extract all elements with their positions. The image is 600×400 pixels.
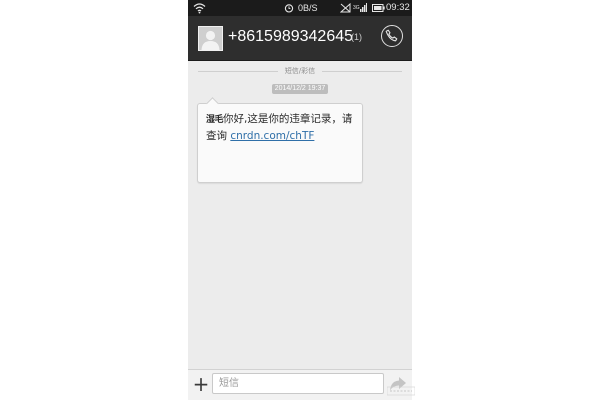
status-bar: 0B/S 3G 09:32 — [188, 0, 412, 16]
phone-call-icon — [385, 29, 398, 42]
clock: 09:32 — [386, 2, 410, 13]
message-input[interactable] — [212, 373, 384, 394]
no-signal-icon — [340, 3, 351, 13]
signal-icon: 3G — [353, 3, 367, 12]
message-list[interactable]: 短信/彩信 2014/12/2 19:37 湿毛你好,这是你的违章记录，请查询 … — [188, 61, 412, 369]
avatar-placeholder[interactable] — [198, 26, 223, 51]
message-text: 湿毛你好,这是你的违章记录，请查询 cnrdn.com/chTF — [206, 111, 356, 144]
battery-icon — [372, 4, 385, 12]
wifi-icon — [193, 3, 206, 14]
svg-text:3G: 3G — [353, 5, 360, 11]
message-count: (1) — [351, 32, 362, 42]
alarm-icon — [284, 4, 294, 13]
person-icon — [199, 27, 222, 50]
divider-right — [322, 71, 402, 72]
message-link[interactable]: cnrdn.com/chTF — [230, 130, 314, 142]
network-speed: 0B/S — [298, 3, 318, 13]
bubble-tail — [206, 97, 219, 110]
contact-number: +8615989342645 — [228, 28, 354, 45]
message-timestamp: 2014/12/2 19:37 — [272, 84, 328, 94]
message-bubble[interactable]: 湿毛你好,这是你的违章记录，请查询 cnrdn.com/chTF — [197, 97, 363, 183]
message-sender-tag: 湿毛 — [206, 115, 224, 125]
conversation-header: +8615989342645 (1) — [188, 16, 412, 61]
call-button[interactable] — [381, 25, 403, 47]
add-icon[interactable]: + — [192, 374, 210, 394]
phone-screen: 0B/S 3G 09:32 +8615989342645 (1) 短信/彩信 2… — [188, 0, 412, 400]
watermark-logo — [387, 386, 415, 396]
compose-bar: + — [188, 369, 412, 400]
